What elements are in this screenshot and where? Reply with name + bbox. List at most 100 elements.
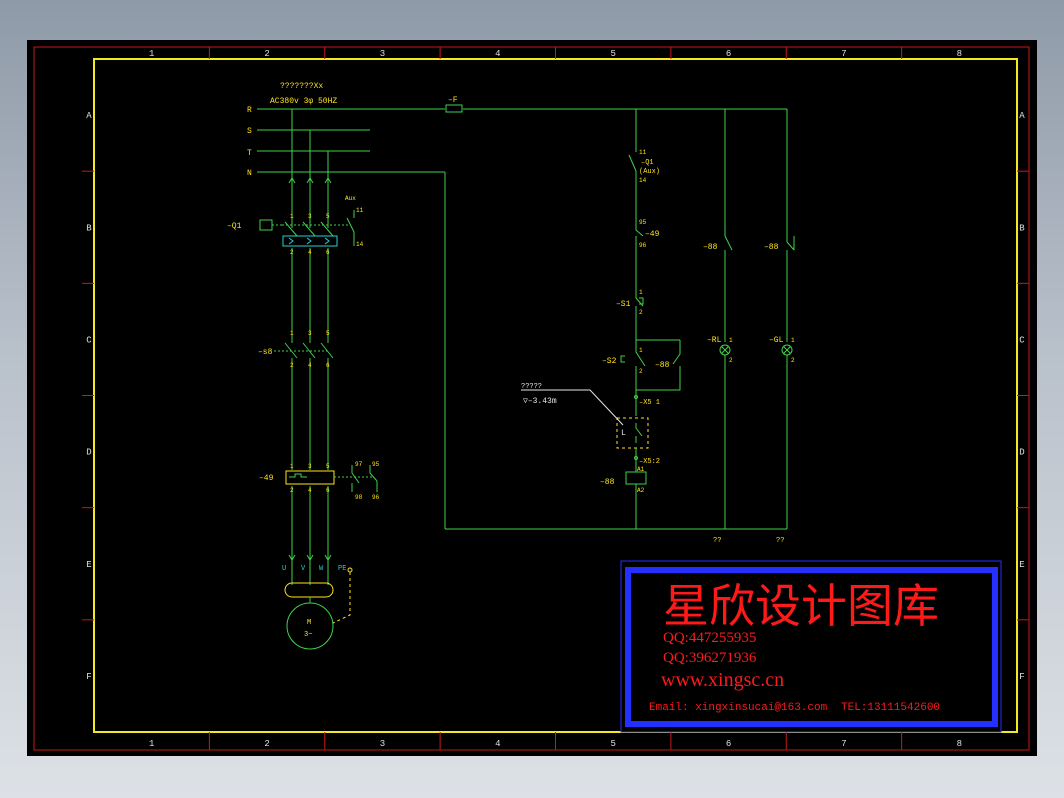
row-label-left: E (86, 560, 91, 570)
wm-email: Email: xingxinsucai@163.com (649, 702, 828, 714)
coil-label: –88 (600, 478, 615, 487)
lamp-rl-label: –RL (707, 336, 722, 345)
q1-label: –Q1 (227, 222, 242, 231)
q1-aux-pin-14-ctrl: 14 (639, 177, 647, 184)
phase-label-t: T (247, 149, 252, 158)
s2-actuator (620, 355, 625, 363)
term-w: W (319, 565, 324, 573)
row-label-left: A (86, 111, 92, 121)
col-label-top: 3 (380, 49, 385, 59)
fuse-label: –F (448, 96, 458, 105)
lamp-gl-pin-1: 1 (791, 337, 795, 344)
row-label-left: D (86, 448, 91, 458)
q1-aux-pin-11: 11 (356, 207, 364, 214)
gl-88-contact (786, 236, 795, 342)
s8-pin-5: 5 (326, 330, 330, 337)
overload-49[interactable] (285, 465, 378, 492)
lamp-rl-cross (721, 346, 729, 354)
col-label-bottom: 7 (841, 739, 846, 749)
float-level: ▽–3.43m (523, 397, 557, 406)
rl-contact-label: –88 (703, 243, 718, 252)
q1-aux-label: Aux (345, 195, 356, 202)
float-switch-contact (635, 423, 643, 443)
motor-label: M (307, 619, 311, 627)
coil-a1: A1 (637, 466, 645, 473)
ol-heater-element (289, 473, 307, 478)
lamp-rl-pin-2: 2 (729, 357, 733, 364)
col-label-bottom: 6 (726, 739, 731, 749)
term-u: U (282, 565, 286, 573)
s2-pin-1: 1 (639, 347, 643, 354)
fuse-f (445, 104, 463, 113)
ol-pin-3: 3 (308, 463, 312, 470)
col-label-bottom: 1 (149, 739, 154, 749)
contactor-s8[interactable] (274, 342, 334, 359)
row-label-left: F (86, 672, 91, 682)
ol-pin-5: 5 (326, 463, 330, 470)
col-label-top: 6 (726, 49, 731, 59)
col-label-bottom: 4 (495, 739, 500, 749)
q1-pin-5: 5 (326, 213, 330, 220)
ol-ctrl-pin-96: 96 (639, 242, 647, 249)
row-label-right: B (1019, 223, 1025, 233)
lamp-rl-pin-1: 1 (729, 337, 733, 344)
wm-title: 星欣设计图库 (663, 579, 939, 633)
ol-ctrl-label: –49 (645, 230, 660, 239)
supply-title: ???????Xx (280, 82, 323, 91)
term-pe: PE (338, 565, 346, 573)
wm-tel: TEL:13111542600 (841, 702, 940, 714)
col-label-bottom: 3 (380, 739, 385, 749)
s8-pin-3: 3 (308, 330, 312, 337)
ol-contact-95-96 (369, 465, 378, 492)
col-label-top: 2 (264, 49, 269, 59)
breaker-q1[interactable] (259, 210, 355, 247)
pe-terminal (347, 567, 353, 573)
s8-pin-2: 2 (290, 362, 294, 369)
col-label-bottom: 2 (264, 739, 269, 749)
row-label-right: D (1019, 448, 1024, 458)
wm-qq2: QQ:396271936 (663, 650, 757, 666)
row-label-left: B (86, 223, 92, 233)
s1-pin-1: 1 (639, 289, 643, 296)
col-label-bottom: 5 (610, 739, 615, 749)
hold-88-label: –88 (655, 361, 670, 370)
gl-contact-label: –88 (764, 243, 779, 252)
q1-actuator (259, 219, 273, 231)
lamp-gl-pin-2: 2 (791, 357, 795, 364)
float-switch-label: L (621, 429, 626, 438)
s1-pin-2: 2 (639, 309, 643, 316)
x52-label: –X5:2 (639, 458, 660, 466)
note-gl: ?? (776, 537, 784, 545)
col-label-top: 7 (841, 49, 846, 59)
s2-label: –S2 (602, 357, 617, 366)
term-v: V (301, 565, 306, 573)
q1-pin-6: 6 (326, 249, 330, 256)
motor-sub: 3~ (304, 631, 312, 639)
q1-aux-pin-14: 14 (356, 241, 364, 248)
ctrl-q1-aux (628, 154, 637, 180)
s8-labels: –s8 1 3 5 2 4 6 (258, 330, 330, 369)
ol-aux-95: 95 (372, 461, 380, 468)
drawing-viewport[interactable]: 1 2 3 4 5 6 7 8 1 2 3 4 5 6 7 8 A B C D E F A B C D E F ???????X… (27, 40, 1037, 756)
q1-pin-1: 1 (290, 213, 294, 220)
q1-pin-4: 4 (308, 249, 312, 256)
q1-pin-3: 3 (308, 213, 312, 220)
ol-aux-97: 97 (355, 461, 363, 468)
supply-rating: AC380v 3φ 50HZ (270, 97, 337, 106)
q1-aux-ctrl-label: –Q1 (641, 159, 654, 167)
s8-pin-6: 6 (326, 362, 330, 369)
phase-label-n: N (247, 169, 252, 178)
row-label-right: C (1019, 335, 1025, 345)
watermark-panel: 星欣设计图库 QQ:447255935 QQ:396271936 www.xin… (620, 560, 1002, 733)
q1-trip-arrows (288, 237, 330, 245)
ol-ctrl-pin-95: 95 (639, 219, 647, 226)
ol-contact-97-98 (351, 465, 360, 492)
note-rl: ?? (713, 537, 721, 545)
row-label-right: F (1019, 672, 1024, 682)
col-label-bottom: 8 (957, 739, 962, 749)
ol-pin-4: 4 (308, 487, 312, 494)
phase-label-s: S (247, 127, 252, 136)
motor-m[interactable] (284, 567, 353, 650)
float-leader (521, 389, 624, 426)
coil-88 (625, 471, 647, 485)
